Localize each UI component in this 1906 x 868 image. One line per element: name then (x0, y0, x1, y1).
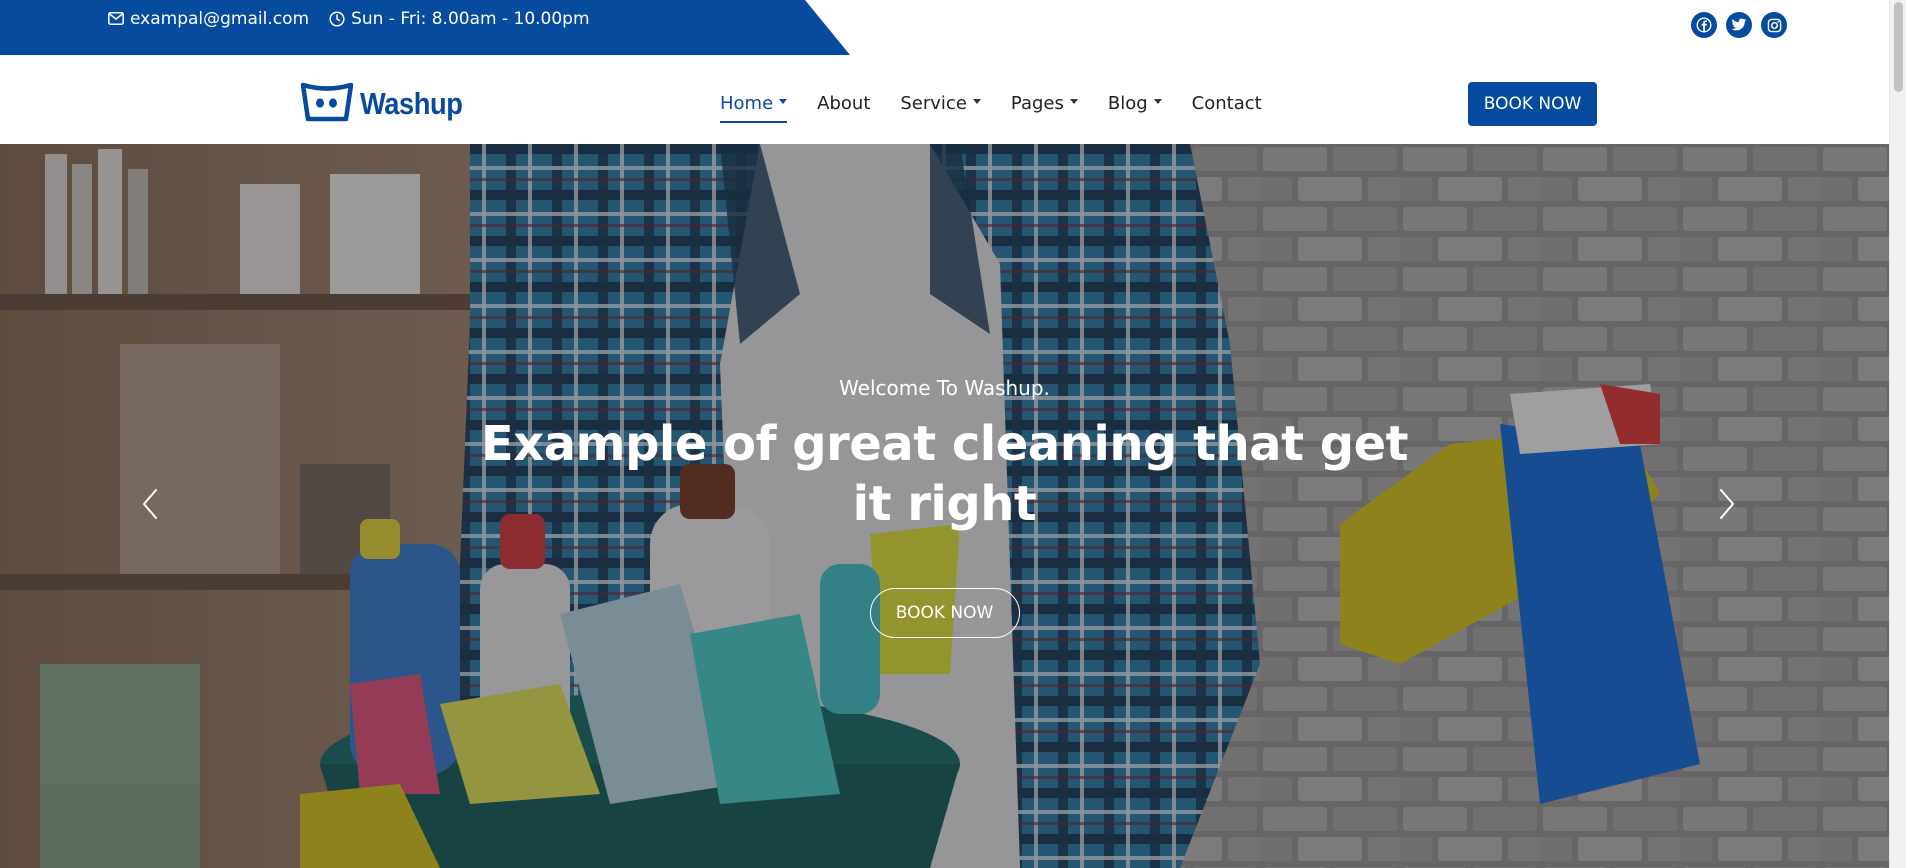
nav-item-label: Pages (1010, 92, 1064, 114)
nav-menu: Home About Service Pages Blog Contact (705, 62, 1277, 144)
hero-slider: Welcome To Washup. Example of great clea… (0, 144, 1889, 868)
clock-icon (329, 10, 345, 27)
logo[interactable]: Washup (300, 82, 476, 126)
hero-book-now-button[interactable]: BOOK NOW (869, 588, 1020, 638)
nav-item-service[interactable]: Service (885, 93, 996, 114)
nav-item-pages[interactable]: Pages (996, 93, 1093, 114)
contact-info: exampal@gmail.com Sun - Fri: 8.00am - 10… (108, 0, 590, 37)
page: exampal@gmail.com Sun - Fri: 8.00am - 10… (0, 0, 1906, 868)
instagram-icon[interactable] (1761, 12, 1787, 38)
hero-subtitle: Welcome To Washup. (839, 376, 1050, 400)
caret-down-icon (972, 98, 981, 104)
scrollbar-thumb[interactable] (1894, 2, 1903, 92)
hero-content: Welcome To Washup. Example of great clea… (0, 376, 1889, 638)
social-links (1691, 12, 1787, 38)
nav-item-label: Contact (1191, 92, 1262, 114)
active-underline (720, 120, 788, 123)
caret-down-icon (1153, 98, 1162, 104)
top-bar: exampal@gmail.com Sun - Fri: 8.00am - 10… (0, 0, 1889, 55)
hours-info: Sun - Fri: 8.00am - 10.00pm (329, 8, 590, 29)
envelope-icon (108, 12, 124, 25)
nav-item-about[interactable]: About (802, 93, 885, 114)
twitter-icon[interactable] (1726, 12, 1752, 38)
nav-item-blog[interactable]: Blog (1093, 93, 1177, 114)
washtub-logo-icon (300, 82, 354, 126)
facebook-icon[interactable] (1691, 12, 1717, 38)
nav-item-label: Home (720, 92, 774, 114)
hero-title: Example of great cleaning that get it ri… (480, 416, 1409, 532)
nav-item-home[interactable]: Home (705, 92, 802, 123)
page-scrollbar[interactable] (1889, 0, 1906, 868)
caret-down-icon (1069, 98, 1078, 104)
nav-item-label: About (817, 92, 871, 114)
hours-text: Sun - Fri: 8.00am - 10.00pm (351, 8, 590, 29)
book-now-button[interactable]: BOOK NOW (1468, 82, 1597, 126)
nav-item-label: Service (900, 92, 967, 114)
logo-text: Washup (360, 86, 463, 121)
nav-item-contact[interactable]: Contact (1177, 93, 1277, 114)
nav-item-label: Blog (1107, 92, 1148, 114)
caret-down-icon (779, 98, 788, 104)
email-text: exampal@gmail.com (130, 8, 310, 29)
main-navbar: Washup Home About Service Pages Blog Con… (300, 62, 1597, 144)
email-info[interactable]: exampal@gmail.com (108, 9, 309, 29)
